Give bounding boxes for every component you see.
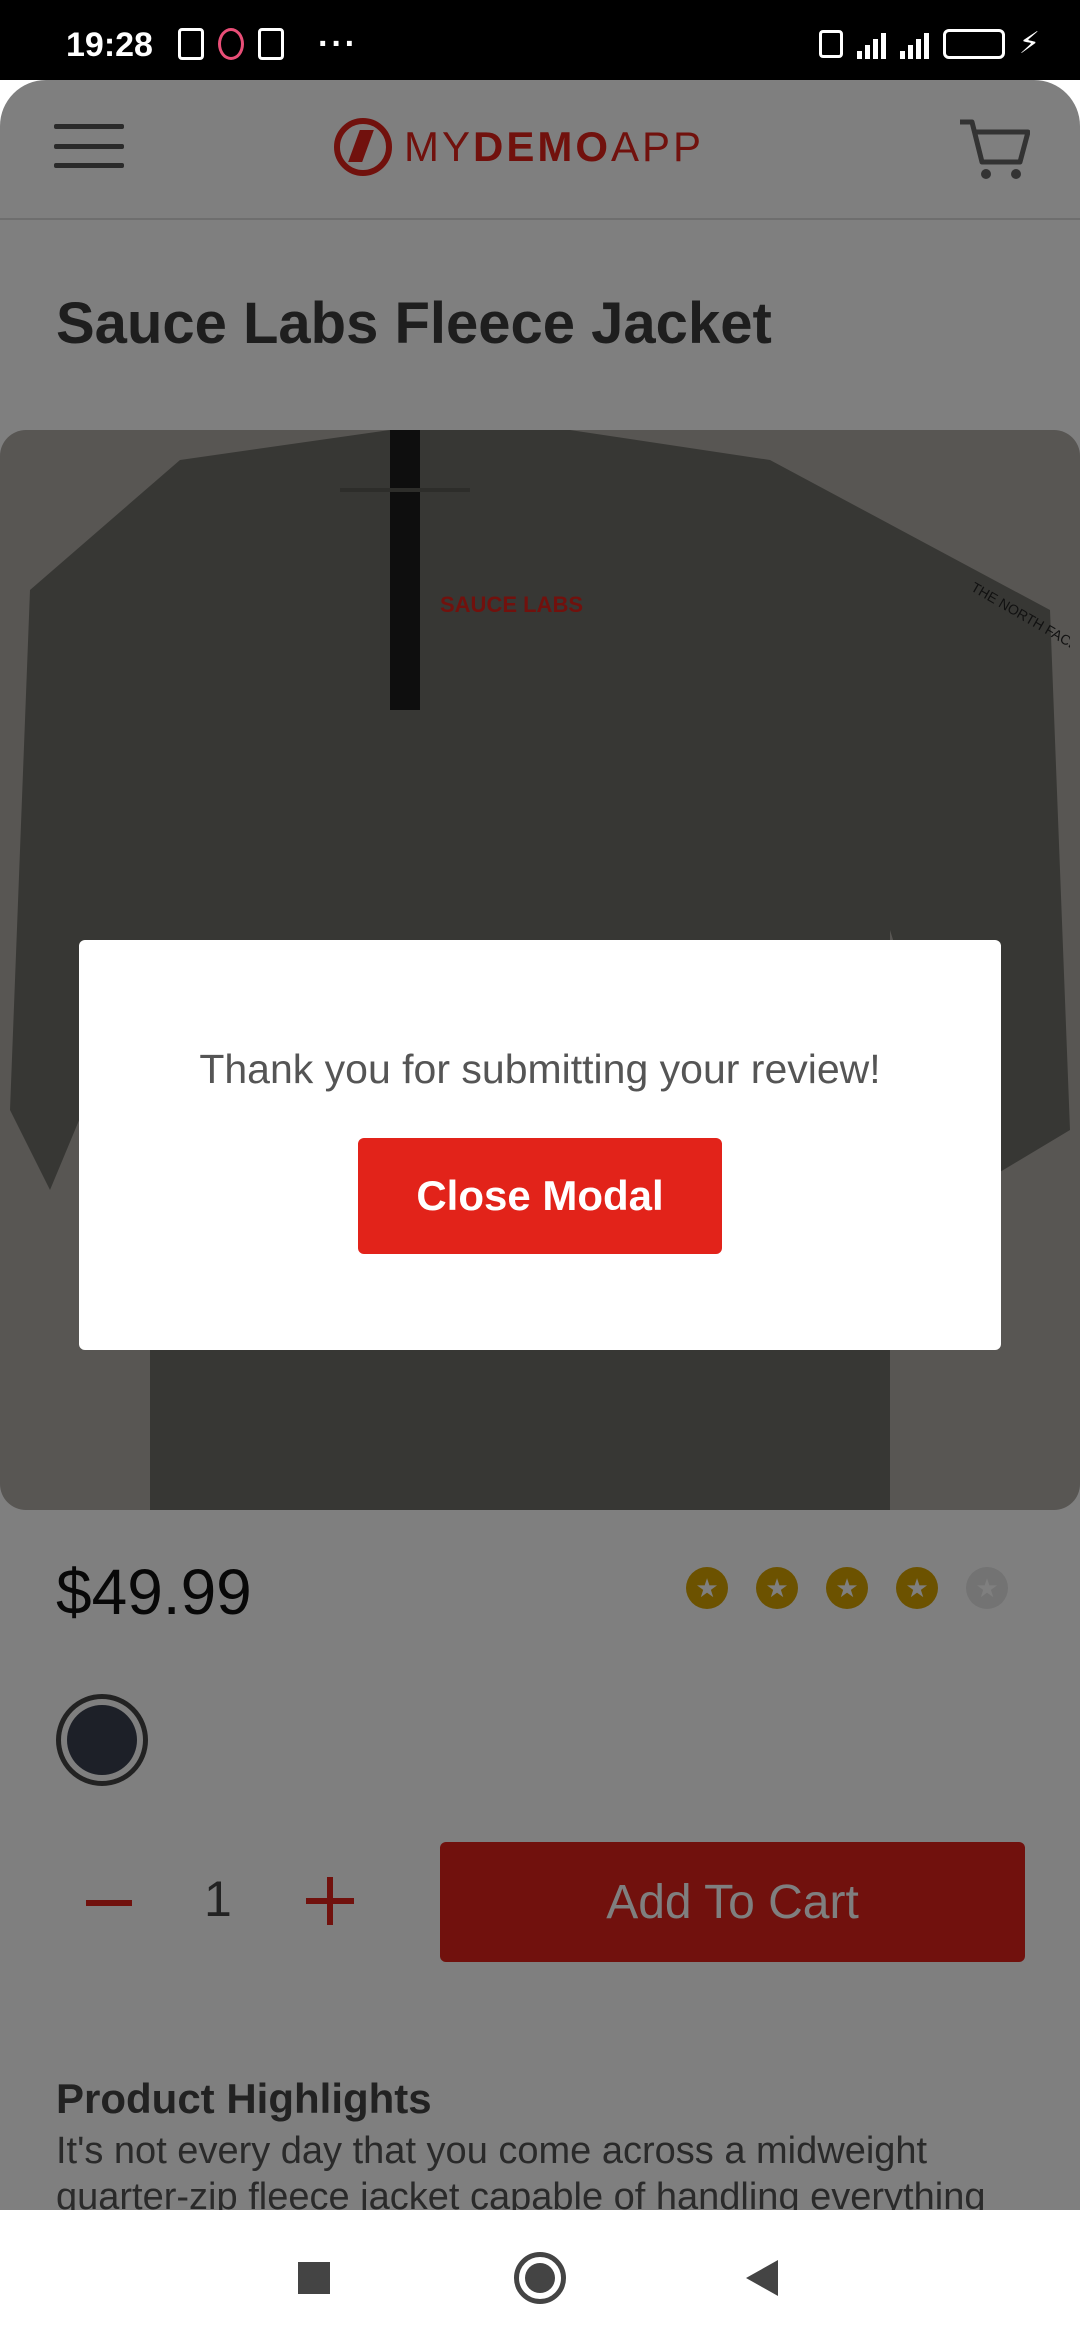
close-modal-button[interactable]: Close Modal — [358, 1138, 722, 1254]
battery-level: 69 — [979, 32, 1002, 54]
modal-message: Thank you for submitting your review! — [199, 1046, 881, 1092]
rotate-icon — [818, 29, 843, 58]
status-time: 19:28 — [66, 26, 153, 64]
battery-saver-icon — [178, 28, 204, 60]
status-notification-icons: ··· — [178, 25, 358, 63]
status-system-icons: 69 ⚡ — [818, 26, 1040, 61]
system-nav-bar — [0, 2210, 1080, 2340]
recents-icon[interactable] — [298, 2262, 330, 2294]
signal-icon-2 — [899, 29, 929, 59]
status-bar: 19:28 ··· 69 ⚡ — [0, 0, 1080, 80]
review-confirmation-modal: Thank you for submitting your review! Cl… — [79, 940, 1001, 1350]
app-notification-icon — [218, 28, 244, 60]
charging-icon: ⚡ — [1018, 27, 1040, 60]
battery-icon: 69 — [942, 28, 1005, 59]
more-notifications-icon: ··· — [318, 25, 358, 63]
home-icon[interactable] — [514, 2252, 566, 2304]
back-icon[interactable] — [746, 2260, 778, 2296]
signal-icon-1 — [856, 29, 886, 59]
sim-notification-icon — [258, 28, 284, 60]
screen: 19:28 ··· 69 ⚡ MYDEMOAPP — [0, 0, 1080, 2340]
